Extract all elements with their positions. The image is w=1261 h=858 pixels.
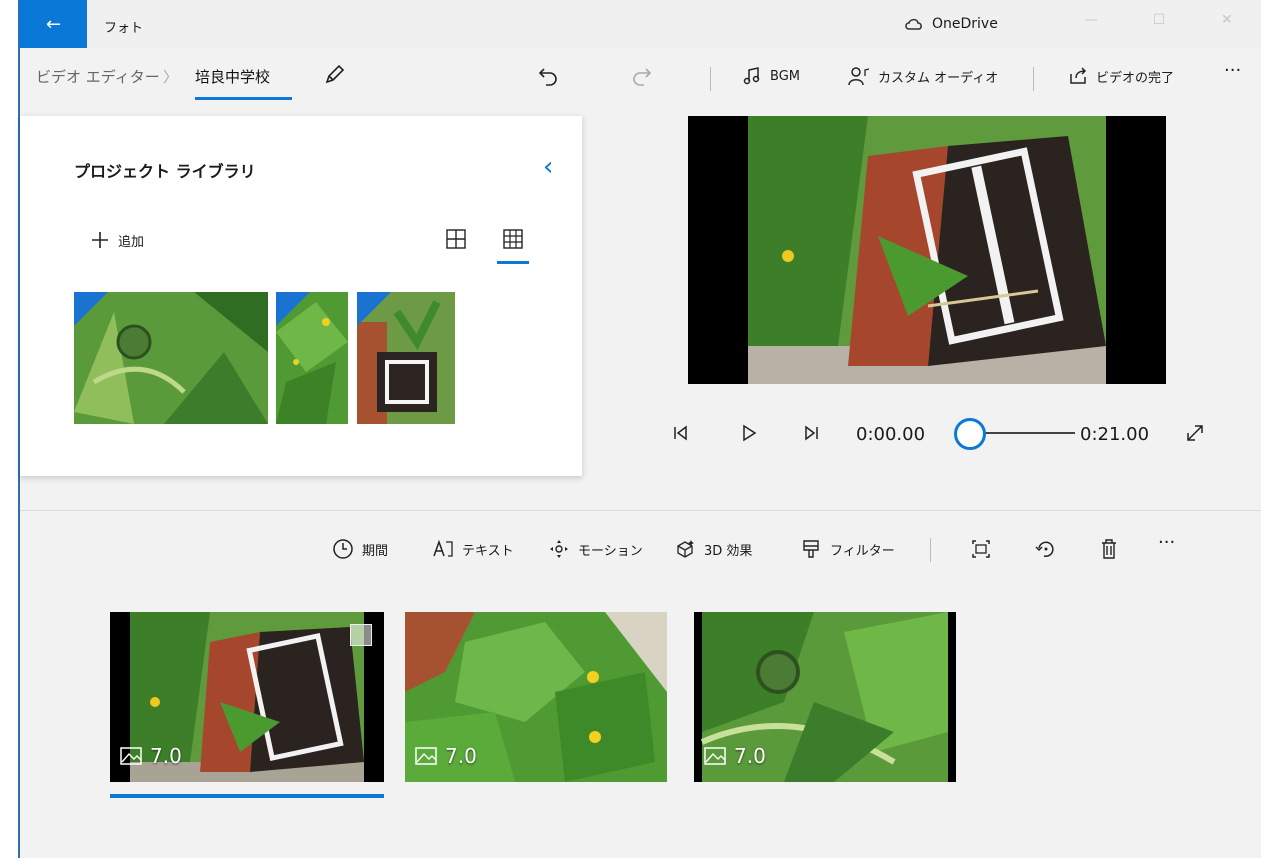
rename-pencil-icon[interactable] [323, 62, 347, 86]
clip-duration-value: 7.0 [445, 744, 477, 768]
clip-duration: 7.0 [704, 744, 766, 768]
library-item-watermelon[interactable] [74, 292, 268, 424]
project-title[interactable]: 培良中学校 [195, 66, 270, 87]
next-frame-icon[interactable] [800, 422, 822, 444]
custom-audio-label: カスタム オーディオ [878, 70, 999, 86]
library-item-leaves[interactable] [276, 292, 348, 424]
photos-app: ← フォト OneDrive — ☐ ✕ ビデオ エディター 〉 培良中学校 B… [20, 0, 1261, 858]
toolbar-separator [930, 538, 931, 562]
bgm-button[interactable]: BGM [742, 66, 800, 86]
storyboard-toolbar: 期間 テキスト モーション 3D 効果 フィルター ··· [20, 532, 1261, 568]
storyboard-clip[interactable]: 7.0 [694, 612, 956, 782]
clock-icon [333, 539, 353, 559]
clip-select-checkbox[interactable] [350, 624, 372, 646]
storyboard-clip[interactable]: 7.0 [405, 612, 667, 782]
motion-icon [550, 540, 568, 558]
toolbar-separator [710, 67, 711, 91]
resize-crop-icon[interactable] [970, 538, 992, 560]
cloud-icon [905, 18, 922, 30]
music-note-icon [743, 67, 760, 85]
video-preview[interactable] [688, 116, 1166, 384]
collapse-panel-icon[interactable]: ‹ [543, 152, 553, 182]
filter-button[interactable]: フィルター [800, 538, 895, 560]
more-options-button[interactable]: ··· [1224, 60, 1241, 81]
text-icon [433, 539, 453, 557]
3d-effects-icon [677, 540, 694, 558]
onedrive-label: OneDrive [932, 16, 998, 32]
person-audio-icon [848, 67, 870, 86]
storyboard-divider [20, 510, 1261, 511]
playback-controls: 0:00.00 0:21.00 [670, 418, 1230, 450]
add-media-button[interactable]: 追加 [90, 230, 144, 250]
image-icon [415, 747, 437, 765]
redo-icon[interactable] [630, 64, 654, 88]
current-time: 0:00.00 [856, 424, 926, 445]
onedrive-indicator[interactable]: OneDrive [904, 16, 998, 32]
filter-label: フィルター [830, 543, 895, 559]
rotate-icon[interactable] [1034, 538, 1056, 560]
motion-label: モーション [578, 543, 643, 559]
duration-button[interactable]: 期間 [332, 538, 388, 560]
previous-frame-icon[interactable] [670, 422, 692, 444]
duration-label: 期間 [362, 543, 389, 559]
active-view-underline [497, 261, 529, 264]
motion-button[interactable]: モーション [548, 538, 643, 560]
3d-effects-button[interactable]: 3D 効果 [674, 538, 752, 560]
image-icon [120, 747, 142, 765]
back-arrow-icon: ← [45, 13, 62, 35]
new-item-corner [357, 292, 391, 326]
app-title: フォト [104, 21, 144, 36]
new-item-corner [74, 292, 108, 326]
text-label: テキスト [462, 543, 514, 559]
close-icon[interactable]: ✕ [1193, 12, 1261, 28]
share-export-icon [1070, 67, 1087, 84]
toolbar-separator [1033, 67, 1034, 91]
clip-duration: 7.0 [415, 744, 477, 768]
text-button[interactable]: テキスト [432, 538, 514, 560]
project-title-underline [195, 97, 292, 100]
preview-frame-image [688, 116, 1166, 384]
new-item-corner [276, 292, 310, 326]
total-time: 0:21.00 [1080, 424, 1150, 445]
storyboard: 7.0 7.0 7.0 [20, 612, 1261, 812]
finish-video-label: ビデオの完了 [1096, 70, 1175, 86]
back-button[interactable]: ← [20, 0, 87, 48]
3d-effects-label: 3D 効果 [704, 543, 753, 559]
selected-clip-underline [110, 794, 384, 798]
image-icon [704, 747, 726, 765]
window-controls: — ☐ ✕ [1057, 12, 1261, 28]
filter-brush-icon [803, 540, 819, 558]
custom-audio-button[interactable]: カスタム オーディオ [848, 66, 998, 86]
add-media-label: 追加 [118, 234, 145, 250]
plus-icon [92, 232, 108, 248]
breadcrumb-separator: 〉 [163, 68, 179, 86]
finish-video-button[interactable]: ビデオの完了 [1068, 66, 1174, 86]
clip-duration: 7.0 [120, 744, 182, 768]
minimize-icon[interactable]: — [1057, 12, 1125, 28]
small-grid-view-icon[interactable] [502, 228, 524, 250]
fullscreen-icon[interactable] [1184, 422, 1206, 444]
trash-icon[interactable] [1098, 538, 1120, 560]
seek-knob[interactable] [954, 418, 986, 450]
clip-duration-value: 7.0 [734, 744, 766, 768]
maximize-icon[interactable]: ☐ [1125, 12, 1193, 28]
play-icon[interactable] [738, 422, 760, 444]
storyboard-more-button[interactable]: ··· [1158, 532, 1175, 553]
bgm-label: BGM [770, 68, 800, 84]
window-left-edge [0, 0, 20, 858]
project-library-panel: プロジェクト ライブラリ ‹ 追加 [20, 116, 582, 476]
clip-duration-value: 7.0 [150, 744, 182, 768]
editor-toolbar: ビデオ エディター 〉 培良中学校 BGM カスタム オーディオ ビデオの完了 … [20, 52, 1261, 102]
title-bar: ← フォト OneDrive — ☐ ✕ [20, 0, 1261, 48]
large-grid-view-icon[interactable] [445, 228, 467, 250]
undo-icon[interactable] [536, 64, 560, 88]
project-library-title: プロジェクト ライブラリ [74, 162, 256, 181]
breadcrumb-video-editor[interactable]: ビデオ エディター [36, 66, 160, 87]
library-item-planter[interactable] [357, 292, 455, 424]
storyboard-clip[interactable]: 7.0 [110, 612, 384, 782]
